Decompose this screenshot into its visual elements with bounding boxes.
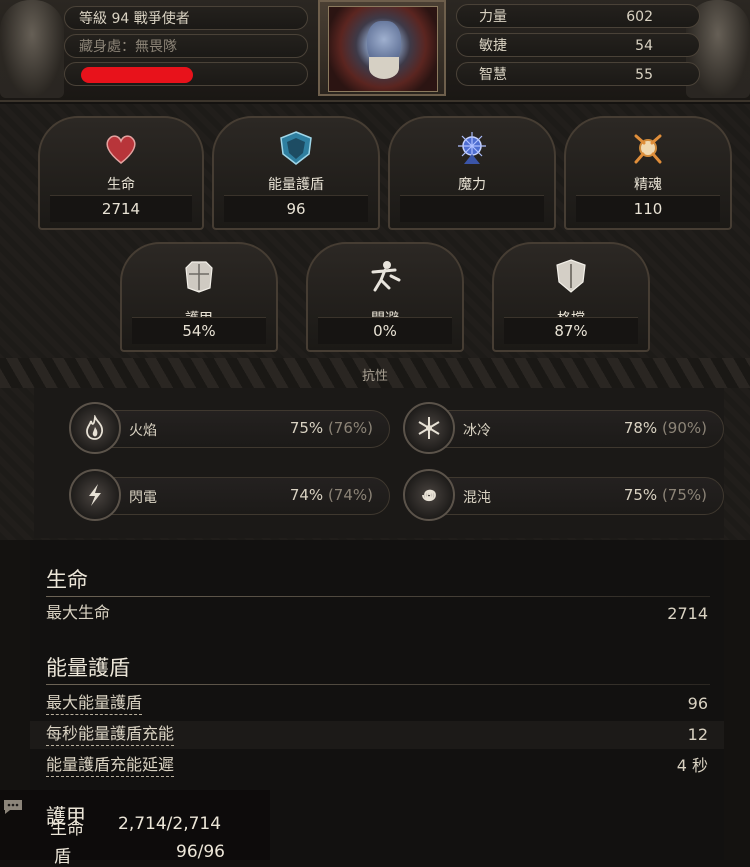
heart-icon [106,135,136,164]
attribute-dexterity: 敏捷 54 [456,33,700,57]
pool-card-life[interactable]: 生命 2714 [38,116,204,230]
resistances-title: 抗性 [0,358,750,388]
resistance-max: (90%) [661,419,707,437]
pool-value: 96 [224,195,368,222]
resistance-current: 78% [623,419,658,437]
pool-label: 魔力 [458,177,486,193]
mana-icon [458,132,486,164]
attribute-label: 敏捷 [479,38,507,54]
section-title-energy-shield: 能量護盾 [46,656,130,680]
resistance-max: (76%) [327,419,373,437]
resistance-max: (74%) [327,486,373,504]
pool-card-mana[interactable]: 魔力 [388,116,556,230]
attribute-value: 54 [635,38,653,54]
resistance-current: 75% [623,486,658,504]
resistance-current: 74% [289,486,324,504]
portrait-frame [318,0,446,96]
section-title-life: 生命 [46,568,88,592]
stat-value: 2714 [667,604,708,623]
chaos-icon [422,489,436,502]
chat-icon[interactable] [2,798,24,816]
resistance-label: 閃電 [129,490,157,506]
portrait-beard [369,57,399,79]
armour-icon [185,261,213,293]
fire-icon [86,415,104,440]
defence-value: 87% [504,317,638,344]
pool-label: 能量護盾 [268,177,324,193]
resistance-label: 火焰 [129,423,157,439]
section-divider [46,684,710,685]
stat-row-max-life[interactable]: 最大生命 2714 [30,600,724,628]
tooltip-shield-label: 盾 [54,847,71,867]
lightning-icon-frame [69,469,121,521]
cold-icon-frame [403,402,455,454]
lightning-icon [89,484,101,506]
stat-row-max-es[interactable]: 最大能量護盾 96 [30,690,724,718]
statue-left-decoration [0,0,64,98]
attribute-strength: 力量 602 [456,4,700,28]
defence-card-armour[interactable]: 護甲 54% [120,242,278,352]
resistance-max: (75%) [661,486,707,504]
spirit-icon [634,134,662,164]
section-divider [46,596,710,597]
fire-icon-frame [69,402,121,454]
evasion-icon [371,261,401,292]
cold-icon [418,417,440,439]
stat-label: 能量護盾充能延遲 [46,754,175,777]
stat-label: 最大能量護盾 [46,692,143,715]
stat-value: 4 秒 [676,756,708,775]
tooltip-life-label: 生命 [50,819,84,839]
pool-value [400,195,544,222]
pool-label: 精魂 [634,177,662,193]
tooltip-shield-value: 96/96 [176,842,225,862]
pool-card-energy-shield[interactable]: 能量護盾 96 [212,116,380,230]
character-header: 等級 94 戰爭使者 藏身處：無畏隊 力量 602 敏捷 54 智慧 55 [0,0,750,102]
level-label: 等級 [79,11,107,27]
pool-value: 2714 [50,195,192,222]
armour-tooltip: 護甲 生命 2,714/2,714 盾 96/96 [0,790,270,867]
level-value: 94 [111,11,130,27]
energy-shield-icon [280,131,312,165]
stash-row: 藏身處：無畏隊 [64,34,308,58]
resistance-fire[interactable]: 火焰 75% (76%) [69,402,390,454]
resistance-value: 75% (75%) [624,486,707,504]
stat-label: 最大生命 [46,603,111,622]
resistance-chaos[interactable]: 混沌 75% (75%) [403,469,724,521]
resistance-value: 78% (90%) [624,419,707,437]
block-icon [556,259,586,293]
defence-card-block[interactable]: 格擋 87% [492,242,650,352]
stat-value: 12 [687,725,708,744]
level-class-row: 等級 94 戰爭使者 [64,6,308,30]
attribute-intelligence: 智慧 55 [456,62,700,86]
stat-row-es-delay[interactable]: 能量護盾充能延遲 4 秒 [30,752,724,780]
character-name-row [64,62,308,86]
resistance-value: 75% (76%) [290,419,373,437]
pool-label: 生命 [107,177,135,193]
class-name: 戰爭使者 [133,11,190,27]
attribute-value: 55 [635,67,653,83]
redacted-name [81,67,193,83]
stat-value: 96 [687,694,708,713]
stat-row-es-recharge[interactable]: 每秒能量護盾充能 12 [30,721,724,749]
chaos-icon-frame [403,469,455,521]
defence-value: 0% [318,317,452,344]
defence-card-evasion[interactable]: 閃避 0% [306,242,464,352]
pool-value: 110 [576,195,720,222]
attribute-label: 力量 [479,9,507,25]
resistance-label: 混沌 [463,490,491,506]
resistance-value: 74% (74%) [290,486,373,504]
character-portrait [328,6,438,92]
stash-label: 藏身處：無畏隊 [79,39,177,55]
attribute-value: 602 [626,9,653,25]
resistance-current: 75% [289,419,324,437]
resistance-label: 冰冷 [463,423,491,439]
tooltip-life-value: 2,714/2,714 [118,814,222,834]
resistance-cold[interactable]: 冰冷 78% (90%) [403,402,724,454]
pool-card-spirit[interactable]: 精魂 110 [564,116,732,230]
stat-label: 每秒能量護盾充能 [46,723,175,746]
defence-value: 54% [132,317,266,344]
resistance-lightning[interactable]: 閃電 74% (74%) [69,469,390,521]
attribute-label: 智慧 [479,67,507,83]
